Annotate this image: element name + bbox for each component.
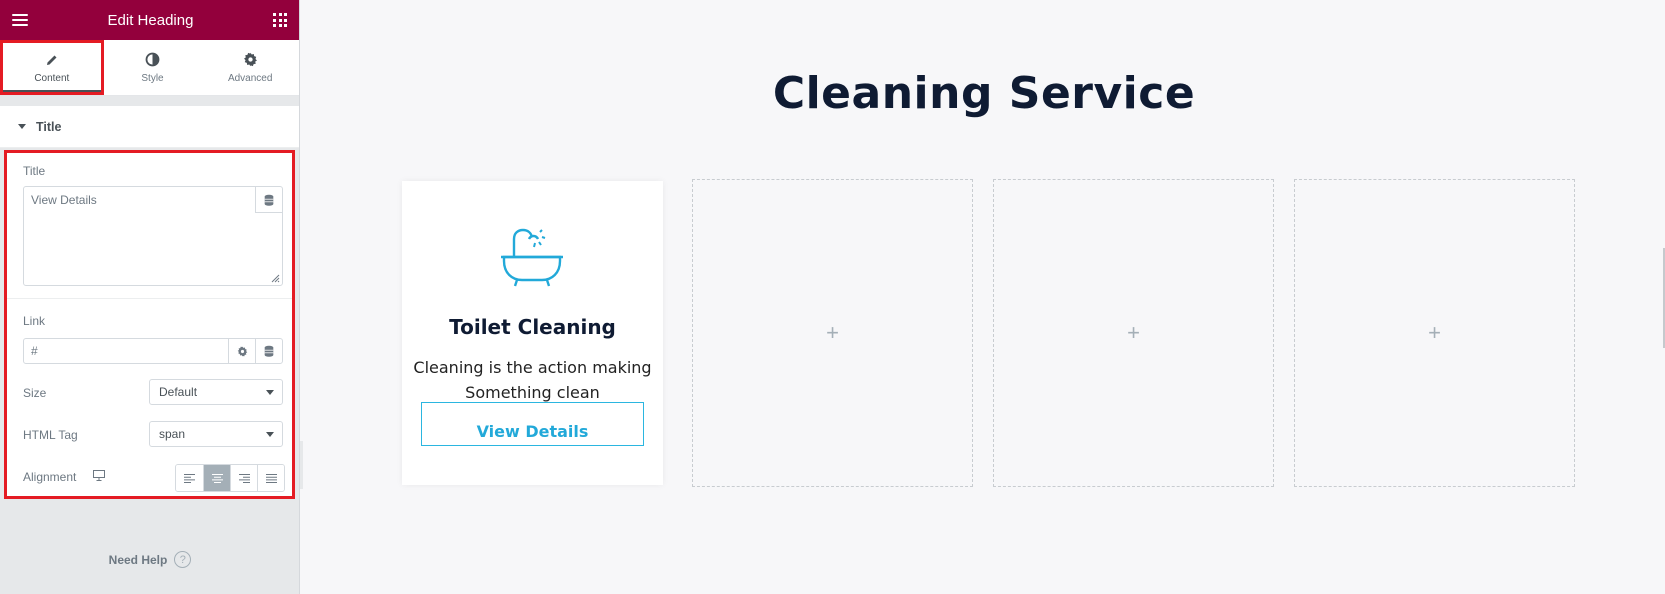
pencil-icon [45,52,59,68]
size-select[interactable]: Default [149,379,283,405]
bathtub-icon [501,228,563,287]
page-canvas: Cleaning Service Toilet Cleaning Cleanin… [303,0,1665,594]
size-select-value: Default [159,385,198,399]
need-help-link[interactable]: Need Help ? [0,551,300,568]
link-label: Link [23,314,46,328]
need-help-label: Need Help [108,552,168,567]
title-textarea[interactable]: View Details [23,186,283,286]
dropdown-arrow-icon [266,432,274,437]
gear-icon [243,52,258,68]
widgets-grid-icon[interactable] [273,13,287,27]
align-center-icon [211,473,223,483]
dynamic-tags-button[interactable] [255,187,282,213]
service-card[interactable]: Toilet Cleaning Cleaning is the action m… [402,181,663,485]
editor-panel: Edit Heading Content Style Advanced Titl… [0,0,300,594]
title-label: Title [23,164,46,178]
dropdown-arrow-icon [266,390,274,395]
view-details-label: View Details [476,421,589,441]
controls-group: Title View Details Link # Size Default H… [4,150,295,499]
panel-title: Edit Heading [107,11,194,29]
empty-column-add[interactable]: + [993,179,1274,487]
plus-icon: + [1127,320,1140,345]
align-left-button[interactable] [176,465,203,491]
page-heading[interactable]: Cleaning Service [303,68,1665,119]
empty-column-add[interactable]: + [692,179,973,487]
title-textarea-value: View Details [31,193,97,207]
tab-content-label: Content [34,72,70,84]
resize-handle-icon[interactable] [270,273,280,283]
align-center-button[interactable] [203,465,230,491]
link-input[interactable]: # [23,338,283,364]
link-input-value: # [31,344,38,358]
align-justify-button[interactable] [257,465,284,491]
link-dynamic-button[interactable] [255,339,282,363]
section-title-toggle[interactable]: Title [0,106,299,148]
tab-style-label: Style [141,72,164,84]
view-details-button[interactable]: View Details [421,402,644,446]
section-title-label: Title [36,119,62,134]
empty-column-add[interactable]: + [1294,179,1575,487]
align-left-icon [184,473,195,483]
html-tag-select[interactable]: span [149,421,283,447]
card-title: Toilet Cleaning [449,315,616,339]
plus-icon: + [1428,320,1441,345]
tab-advanced-label: Advanced [227,72,273,84]
link-options-button[interactable] [228,339,255,363]
question-icon: ? [174,551,192,568]
html-tag-label: HTML Tag [23,428,78,442]
gear-icon [237,346,247,356]
size-label: Size [23,386,47,400]
panel-header: Edit Heading [0,0,299,40]
tab-advanced[interactable]: Advanced [201,40,299,95]
tab-style[interactable]: Style [104,40,202,95]
html-tag-select-value: span [159,427,186,441]
plus-icon: + [826,320,839,345]
panel-tabs: Content Style Advanced [0,40,299,96]
tab-content[interactable]: Content [0,40,104,95]
align-right-icon [238,473,250,483]
alignment-choices [175,464,285,492]
hamburger-menu-icon[interactable] [12,14,28,26]
card-description: Cleaning is the action making Something … [413,358,652,402]
desktop-icon[interactable] [93,470,105,481]
database-icon [264,345,274,357]
align-right-button[interactable] [230,465,257,491]
database-icon [264,194,274,206]
half-circle-icon [145,52,160,68]
divider [7,298,292,299]
alignment-label: Alignment [23,470,77,484]
caret-down-icon [18,124,26,129]
align-justify-icon [265,473,277,483]
